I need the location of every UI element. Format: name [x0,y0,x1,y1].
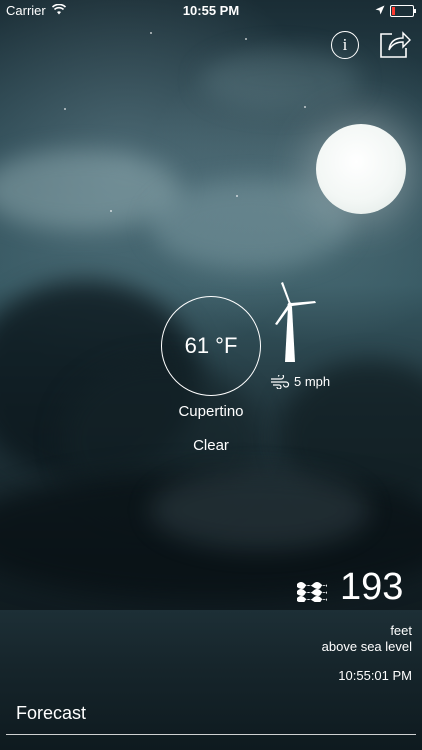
forecast-divider [6,734,416,735]
share-icon[interactable] [378,28,412,60]
wind-speed: 5 mph [294,374,331,389]
wind-turbine-icon [275,282,316,362]
temperature-dial: 61 °F [161,296,261,396]
status-time: 10:55 PM [182,3,240,18]
temperature-value: 61 °F [184,333,238,358]
battery-icon [390,5,416,17]
info-button[interactable]: i [331,31,359,59]
city-name: Cupertino [178,403,244,420]
altitude-reference: above sea level [321,639,412,654]
altitude-value: 193 [340,566,404,608]
forecast-button[interactable]: Forecast [16,703,86,724]
weather-condition: Clear [193,437,229,454]
moon-image [316,124,406,214]
status-bar: Carrier 10:55 PM [0,0,422,22]
wind-row: 5 mph [270,374,330,389]
altitude-unit: feet [390,623,412,638]
wind-icon [271,374,290,389]
location-arrow-icon [375,5,385,15]
sea-level-waves-icon [297,582,327,602]
update-timestamp: 10:55:01 PM [338,668,412,683]
